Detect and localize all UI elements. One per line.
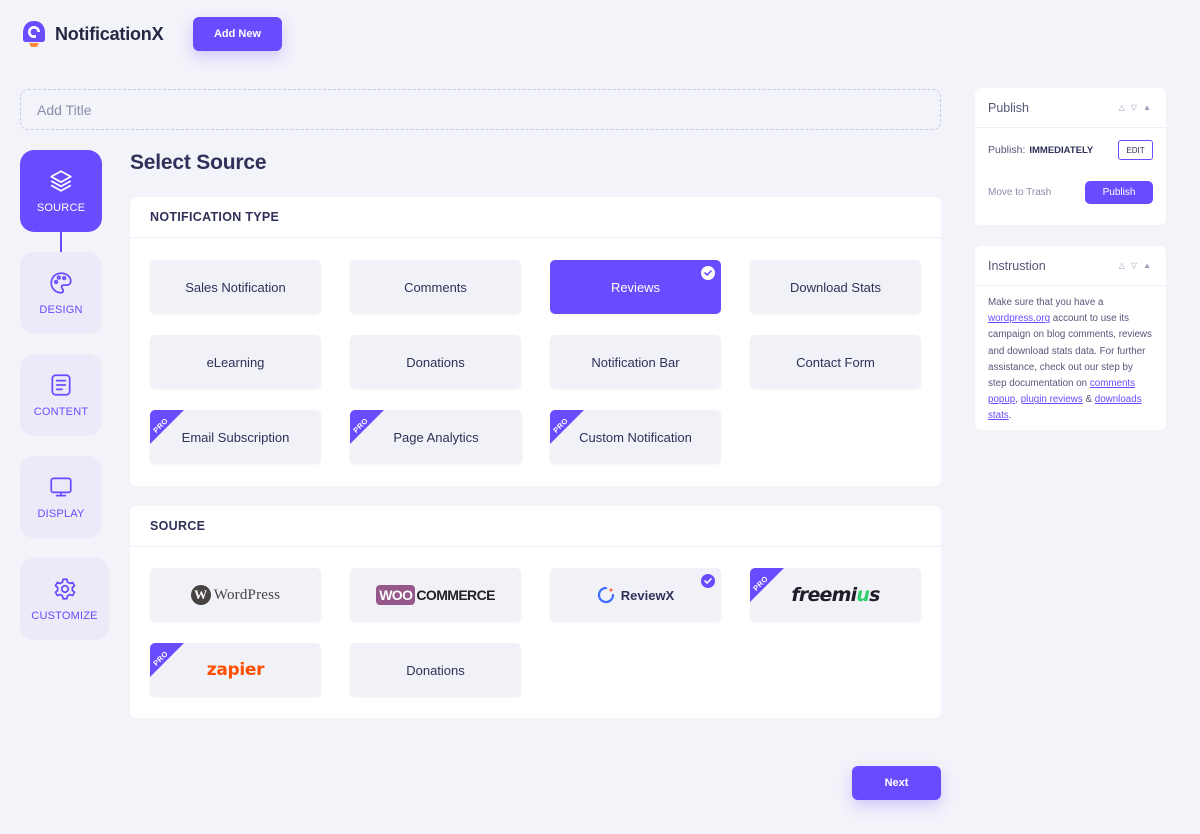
step-label: DESIGN [39, 304, 83, 316]
move-to-trash-link[interactable]: Move to Trash [988, 187, 1051, 198]
move-down-icon[interactable]: ▽ [1131, 103, 1138, 112]
publish-box-header[interactable]: Publish △ ▽ ▲ [975, 88, 1166, 128]
source-card-reviewx[interactable]: ReviewX [550, 568, 721, 622]
box-controls[interactable]: △ ▽ ▲ [1119, 103, 1152, 112]
type-card-donations[interactable]: Donations [350, 335, 521, 389]
step-display[interactable]: DISPLAY [20, 456, 102, 538]
document-icon [51, 374, 71, 396]
type-card-notification-bar[interactable]: Notification Bar [550, 335, 721, 389]
move-down-icon[interactable]: ▽ [1131, 261, 1138, 270]
card-label: Contact Form [796, 354, 875, 370]
card-label: Sales Notification [185, 279, 286, 295]
collapse-icon[interactable]: ▲ [1143, 103, 1152, 112]
publish-value: IMMEDIATELY [1029, 145, 1094, 156]
source-card-freemius[interactable]: PRO freemius [750, 568, 921, 622]
card-label: Reviews [610, 279, 661, 295]
type-card-download-stats[interactable]: Download Stats [750, 260, 921, 314]
pro-badge: PRO [750, 568, 784, 602]
type-card-sales-notification[interactable]: Sales Notification [150, 260, 321, 314]
type-card-reviews[interactable]: Reviews [550, 260, 721, 314]
notification-type-panel: NOTIFICATION TYPE Sales Notification Com… [130, 197, 941, 486]
step-design[interactable]: DESIGN [20, 252, 102, 334]
panel-title: SOURCE [130, 506, 941, 547]
page-title: Select Source [130, 151, 267, 174]
woocommerce-logo: WOO COMMERCE [376, 585, 495, 605]
next-button[interactable]: Next [852, 766, 941, 800]
step-customize[interactable]: CUSTOMIZE [20, 558, 109, 640]
reviewx-logo: ReviewX [597, 586, 674, 604]
reviewx-icon [597, 586, 614, 604]
source-card-woocommerce[interactable]: WOO COMMERCE [350, 568, 521, 622]
step-source[interactable]: SOURCE [20, 150, 102, 254]
source-card-donations[interactable]: Donations [350, 643, 521, 697]
edit-button[interactable]: EDIT [1118, 140, 1153, 160]
app-logo[interactable]: NotificationX [20, 19, 164, 49]
source-panel: SOURCE W WordPress WOO COMMERCE ReviewX PR… [130, 506, 941, 718]
publish-box: Publish △ ▽ ▲ Publish: IMMEDIATELY EDIT M… [975, 88, 1166, 225]
gear-icon [54, 578, 75, 600]
monitor-icon [50, 477, 72, 497]
card-label: eLearning [206, 354, 265, 370]
freemius-logo: freemius [791, 584, 880, 606]
step-label: CONTENT [33, 406, 89, 418]
palette-icon [50, 272, 72, 294]
publish-label: Publish: [988, 144, 1026, 156]
card-label: Notification Bar [591, 354, 680, 370]
instruction-box-title: Instrustion [988, 258, 1046, 273]
pro-badge: PRO [150, 410, 184, 444]
move-up-icon[interactable]: △ [1119, 103, 1126, 112]
type-card-email-subscription[interactable]: PRO Email Subscription [150, 410, 321, 464]
type-card-custom-notification[interactable]: PRO Custom Notification [550, 410, 721, 464]
publish-box-title: Publish [988, 100, 1029, 115]
panel-title: NOTIFICATION TYPE [130, 197, 941, 238]
pro-badge: PRO [350, 410, 384, 444]
title-input[interactable] [20, 89, 941, 130]
wordpress-logo: W WordPress [190, 585, 280, 605]
check-icon [701, 574, 715, 588]
layers-icon [50, 170, 72, 192]
type-card-page-analytics[interactable]: PRO Page Analytics [350, 410, 522, 464]
notificationx-logo-icon [23, 21, 45, 47]
step-label: DISPLAY [37, 508, 85, 520]
add-new-button[interactable]: Add New [193, 17, 282, 51]
source-card-wordpress[interactable]: W WordPress [150, 568, 321, 622]
instruction-text: Make sure that you have a wordpress.org … [988, 297, 1152, 422]
card-label: Page Analytics [393, 429, 479, 445]
card-label: Comments [404, 279, 467, 295]
type-card-comments[interactable]: Comments [350, 260, 521, 314]
collapse-icon[interactable]: ▲ [1143, 261, 1152, 270]
check-icon [701, 266, 715, 280]
card-label: Donations [406, 354, 465, 370]
pro-badge: PRO [150, 643, 184, 677]
publish-actions-row: Move to Trash Publish [988, 171, 1153, 213]
step-connector [60, 232, 62, 254]
move-up-icon[interactable]: △ [1119, 261, 1126, 270]
app-name: NotificationX [55, 23, 164, 44]
card-label: Email Subscription [181, 429, 290, 445]
plugin-reviews-link[interactable]: plugin reviews [1021, 394, 1083, 405]
header: NotificationX [20, 16, 164, 52]
step-content[interactable]: CONTENT [20, 354, 102, 436]
type-card-contact-form[interactable]: Contact Form [750, 335, 921, 389]
instruction-box: Instrustion △ ▽ ▲ Make sure that you hav… [975, 246, 1166, 430]
card-label: Donations [406, 662, 465, 678]
wordpress-org-link[interactable]: wordpress.org [988, 313, 1050, 324]
source-card-zapier[interactable]: PRO zapier [150, 643, 321, 697]
instruction-box-header[interactable]: Instrustion △ ▽ ▲ [975, 246, 1166, 286]
zapier-logo: zapier [206, 660, 265, 680]
publish-button[interactable]: Publish [1085, 180, 1153, 204]
type-card-elearning[interactable]: eLearning [150, 335, 321, 389]
step-label: CUSTOMIZE [31, 610, 98, 622]
box-controls[interactable]: △ ▽ ▲ [1119, 261, 1152, 270]
publish-status-row: Publish: IMMEDIATELY EDIT [988, 129, 1153, 171]
step-label: SOURCE [36, 202, 86, 214]
card-label: Download Stats [789, 279, 882, 295]
card-label: Custom Notification [579, 429, 692, 445]
